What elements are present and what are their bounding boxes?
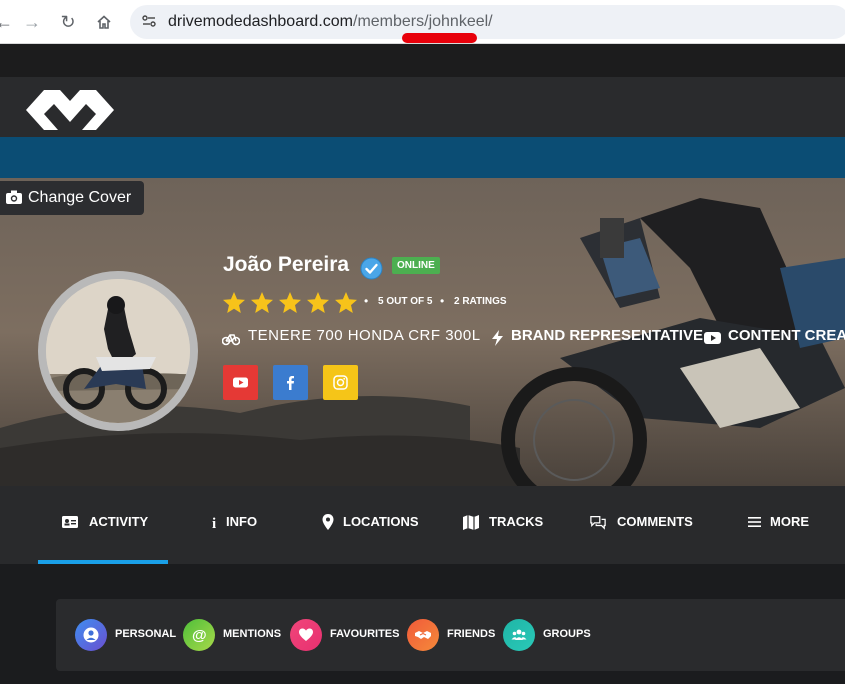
bicycle-icon [222, 334, 240, 346]
top-strip [0, 45, 845, 77]
rating-text: 5 OUT OF 5 [378, 296, 433, 307]
svg-text:@: @ [192, 627, 207, 643]
forward-icon[interactable]: → [20, 10, 44, 34]
users-icon [503, 619, 535, 651]
filter-label: MENTIONS [223, 628, 282, 640]
comments-icon [590, 516, 606, 530]
star-icon [279, 292, 301, 313]
address-bar[interactable]: drivemodedashboard.com/members/johnkeel/ [130, 5, 845, 39]
menu-icon [748, 517, 761, 527]
user-icon [75, 619, 107, 651]
bolt-icon [492, 330, 503, 346]
filter-label: FAVOURITES [330, 628, 400, 640]
filter-label: PERSONAL [115, 628, 177, 640]
id-card-icon [62, 516, 78, 528]
map-pin-icon [322, 514, 334, 530]
star-icon [251, 292, 273, 313]
tab-label: LOCATIONS [343, 514, 419, 529]
tab-label: MORE [770, 514, 809, 529]
profile-name: João Pereira [223, 253, 350, 276]
avatar[interactable] [46, 279, 190, 423]
site-info-icon[interactable] [140, 13, 158, 31]
bullet-separator: • [364, 294, 369, 308]
bullet-separator: • [440, 294, 445, 308]
browser-toolbar: ← → ↻ drivemodedashboard.com/members/joh… [0, 0, 845, 44]
brand-representative-text: BRAND REPRESENTATIVE [511, 327, 703, 344]
handshake-icon [407, 619, 439, 651]
heart-icon [290, 619, 322, 651]
tab-label: TRACKS [489, 514, 544, 529]
tab-label: INFO [226, 514, 258, 529]
reload-icon[interactable]: ↻ [56, 10, 80, 34]
tab-label: ACTIVITY [89, 514, 149, 529]
svg-text:i: i [212, 516, 216, 530]
content-creator-text: CONTENT CREATOR [728, 327, 845, 344]
home-icon[interactable] [92, 10, 116, 34]
site-header [0, 77, 845, 137]
youtube-icon [704, 332, 721, 344]
tab-label: COMMENTS [617, 514, 693, 529]
rating-count: 2 RATINGS [454, 296, 507, 307]
info-icon: i [212, 516, 216, 530]
star-icon [223, 292, 245, 313]
facebook-icon [287, 376, 294, 390]
facebook-button[interactable] [273, 365, 308, 400]
at-icon: @ [183, 619, 215, 651]
youtube-icon [233, 377, 248, 388]
active-tab-indicator [38, 560, 168, 564]
verified-icon [360, 257, 383, 280]
star-icon [335, 292, 357, 313]
instagram-button[interactable] [323, 365, 358, 400]
instagram-icon [333, 375, 348, 390]
motorcycles-text: TENERE 700 HONDA CRF 300L [248, 327, 481, 344]
url-path: /members/johnkeel/ [353, 13, 493, 30]
change-cover-button[interactable]: Change Cover [0, 181, 144, 215]
filter-label: FRIENDS [447, 628, 496, 640]
url-highlight-mark [402, 33, 477, 43]
star-icon [307, 292, 329, 313]
back-icon[interactable]: ← [0, 10, 16, 34]
url-text: drivemodedashboard.com/members/johnkeel/ [168, 13, 493, 31]
online-status-badge: ONLINE [392, 257, 440, 274]
map-icon [463, 515, 479, 530]
camera-icon [6, 190, 22, 204]
avatar-image [46, 279, 190, 423]
filter-label: GROUPS [543, 628, 591, 640]
url-domain: drivemodedashboard.com [168, 13, 353, 30]
header-blue-band [0, 137, 845, 178]
site-logo[interactable] [24, 84, 116, 132]
youtube-button[interactable] [223, 365, 258, 400]
change-cover-label: Change Cover [28, 189, 132, 206]
